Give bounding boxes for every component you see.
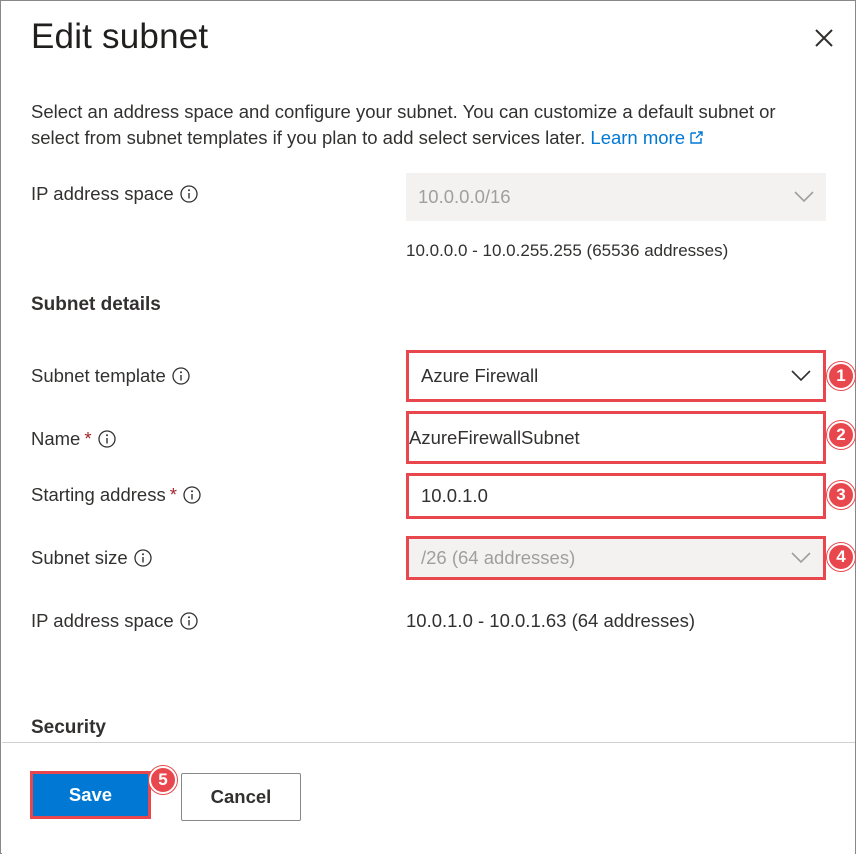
- starting-address-text: Starting address: [31, 484, 166, 505]
- panel-title: Edit subnet: [31, 17, 209, 56]
- chevron-down-icon: [794, 191, 814, 203]
- subnet-ip-space-label: IP address space: [31, 610, 198, 632]
- subnet-size-dropdown[interactable]: /26 (64 addresses): [406, 536, 826, 580]
- edit-subnet-panel: Edit subnet Select an address space and …: [0, 0, 856, 854]
- callout-badge-5: 5: [149, 766, 177, 794]
- close-icon[interactable]: [809, 23, 839, 53]
- starting-address-label: Starting address *: [31, 484, 201, 506]
- learn-more-link[interactable]: Learn more: [590, 127, 704, 148]
- save-button[interactable]: Save: [30, 771, 151, 819]
- name-value: AzureFirewallSubnet: [409, 426, 580, 448]
- info-icon[interactable]: [183, 486, 201, 504]
- name-label: Name *: [31, 428, 116, 450]
- subnet-template-dropdown[interactable]: Azure Firewall: [406, 350, 826, 402]
- required-asterisk: *: [169, 484, 177, 505]
- ip-address-range-text: 10.0.0.0 - 10.0.255.255 (65536 addresses…: [406, 241, 729, 260]
- ip-address-space-label: IP address space: [31, 183, 198, 205]
- external-link-icon: [690, 131, 703, 144]
- name-text: Name: [31, 428, 81, 449]
- info-icon[interactable]: [179, 612, 198, 630]
- subnet-template-label: Subnet template: [31, 365, 190, 387]
- subnet-details-heading: Subnet details: [31, 294, 161, 315]
- callout-badge-3: 3: [827, 481, 855, 509]
- info-icon[interactable]: [97, 430, 116, 448]
- security-heading: Security: [31, 717, 106, 738]
- learn-more-label: Learn more: [590, 127, 686, 148]
- chevron-down-icon: [791, 370, 811, 382]
- callout-badge-4: 4: [827, 543, 855, 571]
- starting-address-input[interactable]: 10.0.1.0: [406, 473, 826, 519]
- info-icon[interactable]: [179, 185, 198, 203]
- callout-badge-1: 1: [827, 362, 855, 390]
- subnet-size-text: Subnet size: [31, 547, 128, 568]
- subnet-ip-space-text: IP address space: [31, 610, 174, 631]
- subnet-template-value: Azure Firewall: [421, 365, 539, 386]
- name-input[interactable]: AzureFirewallSubnet: [406, 411, 826, 464]
- subnet-size-label: Subnet size: [31, 547, 152, 569]
- required-asterisk: *: [84, 428, 92, 449]
- ip-address-space-text: IP address space: [31, 183, 174, 204]
- panel-description: Select an address space and configure yo…: [31, 99, 821, 151]
- starting-address-value: 10.0.1.0: [421, 485, 488, 506]
- subnet-template-text: Subnet template: [31, 365, 166, 386]
- subnet-size-value: /26 (64 addresses): [421, 547, 576, 568]
- chevron-down-icon: [791, 552, 811, 564]
- callout-badge-2: 2: [827, 421, 855, 449]
- info-icon[interactable]: [134, 549, 152, 567]
- info-icon[interactable]: [172, 367, 190, 385]
- ip-address-space-dropdown[interactable]: 10.0.0.0/16: [406, 173, 826, 221]
- subnet-ip-range-text: 10.0.1.0 - 10.0.1.63 (64 addresses): [406, 610, 695, 631]
- cancel-button[interactable]: Cancel: [181, 773, 301, 821]
- ip-address-space-value: 10.0.0.0/16: [418, 186, 511, 207]
